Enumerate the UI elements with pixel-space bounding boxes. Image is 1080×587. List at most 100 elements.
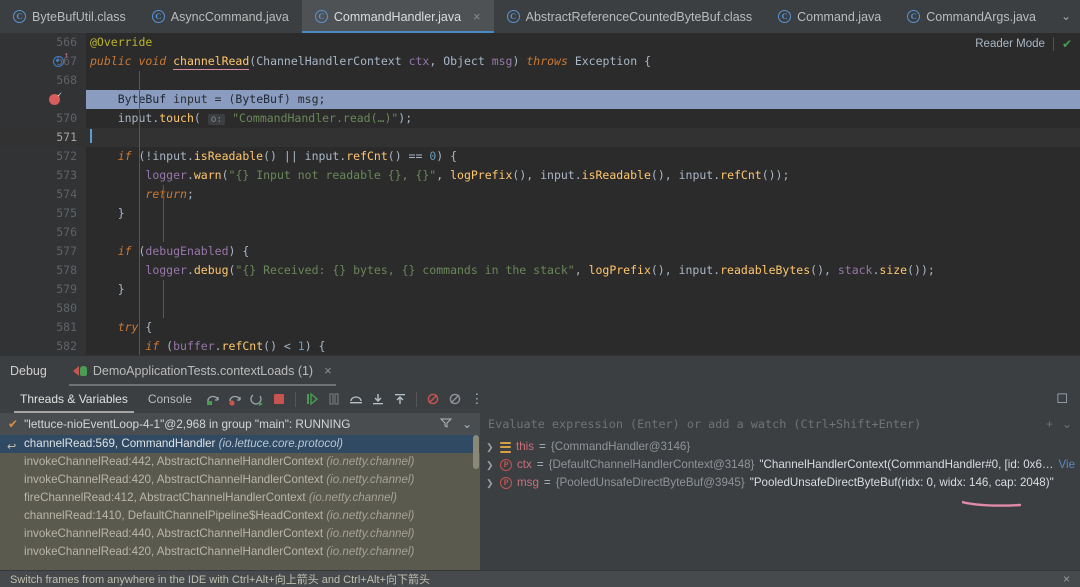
run-to-cursor-icon[interactable] [367, 388, 389, 410]
step-over-icon[interactable] [202, 388, 224, 410]
frame-method: invokeChannelRead:420, AbstractChannelHa… [24, 545, 324, 558]
editor-tab-abstractreferencecountedbytebuf[interactable]: C AbstractReferenceCountedByteBuf.class [494, 0, 766, 33]
reader-mode-control[interactable]: Reader Mode ✔ [975, 37, 1072, 51]
code-line-caret: 571 [0, 128, 1080, 147]
line-gutter[interactable] [0, 90, 86, 109]
line-gutter[interactable]: 571 [0, 128, 86, 147]
code-line: 582 if (buffer.refCnt() < 1) { [0, 337, 1080, 355]
frame-list-item[interactable]: invokeChannelRead:442, AbstractChannelHa… [0, 453, 480, 471]
more-options-icon[interactable]: ⋮ [466, 388, 488, 410]
line-gutter[interactable]: 578 [0, 261, 86, 280]
variable-row-ctx[interactable]: ❯ P ctx = {DefaultChannelHandlerContext@… [480, 456, 1080, 474]
debug-toolbar: Threads & Variables Console ⋮ ☐ [0, 385, 1080, 413]
chevron-right-icon[interactable]: ❯ [486, 474, 495, 492]
line-gutter[interactable]: 566 [0, 33, 86, 52]
indent-guide [163, 185, 164, 242]
frame-list-item[interactable]: invokeChannelRead:420, AbstractChannelHa… [0, 543, 480, 561]
java-class-icon: C [506, 10, 520, 23]
frame-method: invokeChannelRead:440, AbstractChannelHa… [24, 527, 324, 540]
code-editor[interactable]: Reader Mode ✔ 566 @Override 567 public v… [0, 33, 1080, 355]
chevron-down-icon[interactable]: ⌄ [1055, 0, 1077, 33]
debug-body: ✔ "lettuce-nioEventLoop-4-1"@2,968 in gr… [0, 413, 1080, 570]
debug-header: Debug DemoApplicationTests.contextLoads … [0, 355, 1080, 386]
evaluate-expression-input[interactable]: Evaluate expression (Enter) or add a wat… [480, 413, 1080, 435]
parameter-icon: P [500, 459, 512, 471]
editor-tab-commandhandler[interactable]: C CommandHandler.java × [301, 0, 494, 33]
view-breakpoints-icon[interactable] [444, 388, 466, 410]
step-into-icon[interactable] [224, 388, 246, 410]
tab-console[interactable]: Console [138, 385, 202, 413]
line-number: 581 [56, 320, 77, 334]
line-gutter[interactable]: 580 [0, 299, 86, 318]
chevron-right-icon[interactable]: ❯ [486, 438, 495, 456]
drop-frame-icon[interactable] [389, 388, 411, 410]
code-text: } [90, 206, 125, 220]
frame-method: channelRead:569, CommandHandler [24, 437, 216, 450]
line-number: 579 [56, 282, 77, 296]
line-gutter[interactable]: 572 [0, 147, 86, 166]
line-gutter[interactable]: 577 [0, 242, 86, 261]
inspection-status-icon[interactable]: ✔ [1062, 37, 1072, 51]
chevron-down-icon[interactable]: ⌄ [462, 417, 472, 431]
line-gutter[interactable]: 579 [0, 280, 86, 299]
close-icon[interactable]: × [1063, 572, 1070, 586]
close-icon[interactable]: × [473, 10, 481, 23]
editor-tab-asynccommand[interactable]: C AsyncCommand.java [139, 0, 302, 33]
editor-tab-command[interactable]: C Command.java [765, 0, 894, 33]
reader-mode-label: Reader Mode [975, 38, 1045, 50]
thread-label: "lettuce-nioEventLoop-4-1"@2,968 in grou… [24, 417, 351, 431]
frame-list-item[interactable]: invokeChannelRead:440, AbstractChannelHa… [0, 525, 480, 543]
override-method-icon[interactable] [53, 52, 69, 67]
filter-icon[interactable] [439, 417, 453, 432]
line-gutter[interactable]: 573 [0, 166, 86, 185]
editor-tab-label: CommandHandler.java [333, 9, 462, 24]
resume-program-icon[interactable] [301, 388, 323, 410]
variable-row-msg[interactable]: ❯ P msg = {PooledUnsafeDirectByteBuf@394… [480, 474, 1080, 492]
this-object-icon [500, 441, 511, 453]
view-value-link[interactable]: Vie [1059, 456, 1076, 474]
chevron-down-icon[interactable]: ⌄ [1062, 417, 1072, 431]
frames-scrollbar[interactable] [473, 435, 479, 469]
settings-icon[interactable]: ☐ [1056, 391, 1070, 407]
ide-window: C ByteBufUtil.class C AsyncCommand.java … [0, 0, 1080, 587]
debug-session-tab[interactable]: DemoApplicationTests.contextLoads (1) × [68, 356, 336, 386]
frame-package: (io.netty.channel) [326, 473, 415, 486]
line-gutter[interactable]: 567 [0, 52, 86, 71]
breakpoint-verified-icon[interactable] [49, 91, 62, 105]
frame-list-item[interactable]: fireChannelRead:412, AbstractChannelHand… [0, 489, 480, 507]
line-gutter[interactable]: 574 [0, 185, 86, 204]
stop-icon[interactable] [268, 388, 290, 410]
step-out-icon[interactable] [345, 388, 367, 410]
chevron-right-icon[interactable]: ❯ [486, 456, 495, 474]
force-step-into-icon[interactable] [246, 388, 268, 410]
call-stack-frames-list[interactable]: ↩ channelRead:569, CommandHandler (io.le… [0, 435, 480, 570]
pause-program-icon[interactable] [323, 388, 345, 410]
tab-threads-variables[interactable]: Threads & Variables [10, 385, 138, 413]
line-gutter[interactable]: 581 [0, 318, 86, 337]
frame-list-item[interactable]: invokeChannelRead:420, AbstractChannelHa… [0, 471, 480, 489]
line-gutter[interactable]: 568 [0, 71, 86, 90]
frame-list-item[interactable]: channelRead:1410, DefaultChannelPipeline… [0, 507, 480, 525]
line-gutter[interactable]: 575 [0, 204, 86, 223]
code-line: 575 } [0, 204, 1080, 223]
vars-controls: + ⌄ [1046, 417, 1072, 431]
text-caret [90, 129, 92, 143]
line-gutter[interactable]: 570 [0, 109, 86, 128]
divider [1052, 37, 1054, 51]
mute-breakpoints-icon[interactable] [422, 388, 444, 410]
code-line: 574 return; [0, 185, 1080, 204]
variable-row-this[interactable]: ❯ this = {CommandHandler@3146} [480, 438, 1080, 456]
variables-list[interactable]: ❯ this = {CommandHandler@3146} ❯ P ctx =… [480, 435, 1080, 570]
line-gutter[interactable]: 582 [0, 337, 86, 355]
close-icon[interactable]: × [324, 363, 332, 378]
code-line: 577 if (debugEnabled) { [0, 242, 1080, 261]
thread-selector[interactable]: ✔ "lettuce-nioEventLoop-4-1"@2,968 in gr… [0, 413, 480, 435]
frame-list-item[interactable]: ↩ channelRead:569, CommandHandler (io.le… [0, 435, 480, 453]
line-gutter[interactable]: 576 [0, 223, 86, 242]
editor-tab-commandargs[interactable]: C CommandArgs.java [894, 0, 1049, 33]
variable-value: "PooledUnsafeDirectByteBuf(ridx: 0, widx… [749, 476, 1054, 489]
add-watch-icon[interactable]: + [1046, 417, 1053, 431]
indent-guide [139, 71, 140, 355]
editor-tab-bytebufutil[interactable]: C ByteBufUtil.class [0, 0, 139, 33]
code-line: 572 if (!input.isReadable() || input.ref… [0, 147, 1080, 166]
